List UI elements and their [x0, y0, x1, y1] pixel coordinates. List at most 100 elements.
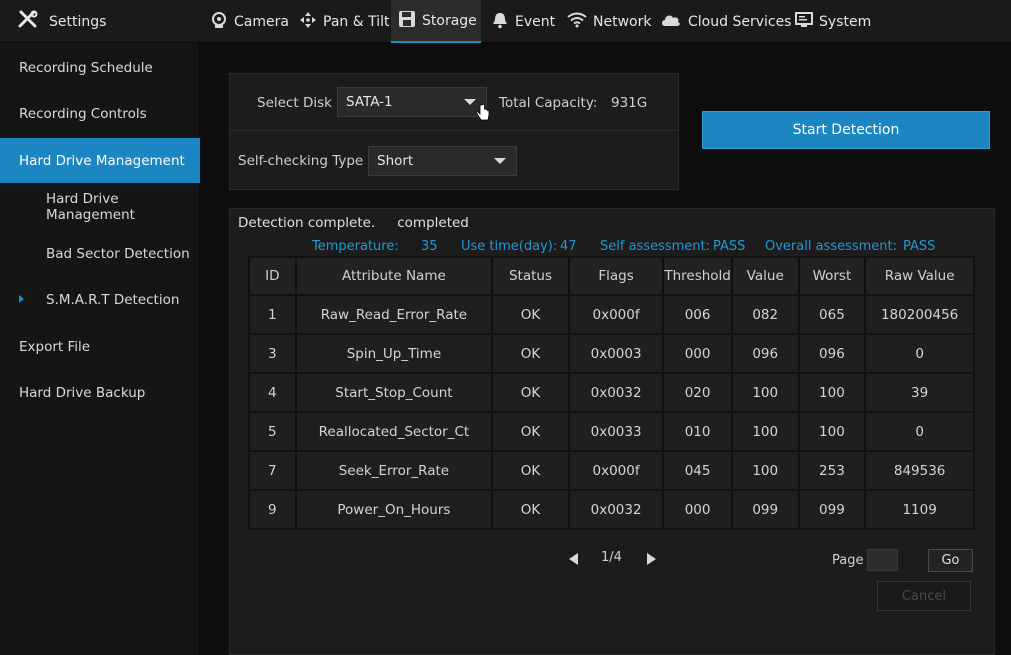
wifi-icon — [567, 12, 587, 32]
sidebar-item-label: S.M.A.R.T Detection — [46, 291, 180, 308]
next-page-icon[interactable] — [647, 553, 656, 565]
tab-network-label: Network — [593, 13, 652, 30]
cell-threshold: 010 — [662, 411, 733, 452]
tab-system[interactable]: System — [795, 0, 871, 43]
cell-threshold: 000 — [662, 333, 733, 374]
cell-raw-value: 39 — [864, 372, 975, 413]
tab-system-label: System — [819, 13, 872, 30]
sidebar-item-recording-controls[interactable]: Recording Controls — [0, 91, 200, 136]
table-row: 4 Start_Stop_Count OK 0x0032 020 100 100… — [248, 372, 975, 413]
cloud-icon — [660, 12, 682, 32]
page-label: Page — [832, 553, 864, 568]
cell-value: 100 — [730, 450, 800, 491]
cell-worst: 096 — [797, 333, 867, 374]
disk-settings-panel: Select Disk SATA-1 Total Capacity: 931G … — [229, 73, 679, 190]
cell-attribute-name: Reallocated_Sector_Ct — [294, 411, 494, 452]
cell-id: 4 — [248, 372, 297, 413]
cell-status: OK — [491, 489, 570, 530]
self-assessment-label: Self assessment: — [600, 239, 711, 254]
table-row: 9 Power_On_Hours OK 0x0032 000 099 099 1… — [248, 489, 975, 530]
caret-right-icon — [19, 295, 24, 303]
table-row: 7 Seek_Error_Rate OK 0x000f 045 100 253 … — [248, 450, 975, 491]
table-row: 1 Raw_Read_Error_Rate OK 0x000f 006 082 … — [248, 294, 975, 335]
detection-status-value: completed — [397, 215, 469, 231]
cell-flags: 0x000f — [567, 294, 665, 335]
cell-worst: 099 — [797, 489, 867, 530]
sidebar-item-recording-schedule[interactable]: Recording Schedule — [0, 45, 200, 90]
sidebar-item-export-file[interactable]: Export File — [0, 324, 200, 369]
cell-threshold: 000 — [662, 489, 733, 530]
sidebar-item-hard-drive-backup[interactable]: Hard Drive Backup — [0, 370, 200, 415]
cell-value: 096 — [730, 333, 800, 374]
cell-raw-value: 0 — [864, 333, 975, 374]
cell-attribute-name: Power_On_Hours — [294, 489, 494, 530]
self-assessment-value: PASS — [713, 239, 746, 254]
cell-id: 5 — [248, 411, 297, 452]
hand-cursor-icon — [476, 103, 490, 126]
self-checking-type-label: Self-checking Type — [238, 153, 364, 169]
cell-value: 100 — [730, 372, 800, 413]
pan-tilt-icon — [299, 11, 317, 33]
self-checking-type-value: Short — [377, 153, 414, 169]
cell-attribute-name: Seek_Error_Rate — [294, 450, 494, 491]
cell-status: OK — [491, 450, 570, 491]
sidebar-item-hard-drive-management[interactable]: Hard Drive Management — [0, 138, 200, 183]
chevron-down-icon — [464, 99, 476, 105]
cell-flags: 0x0033 — [567, 411, 665, 452]
sidebar-item-label: Export File — [19, 338, 91, 355]
select-disk-value: SATA-1 — [346, 94, 393, 110]
tab-network[interactable]: Network — [567, 0, 651, 43]
settings-label: Settings — [49, 13, 107, 30]
cell-flags: 0x0032 — [567, 372, 665, 413]
start-detection-button[interactable]: Start Detection — [702, 111, 990, 149]
table-row: 3 Spin_Up_Time OK 0x0003 000 096 096 0 — [248, 333, 975, 374]
cell-worst: 253 — [797, 450, 867, 491]
tab-event[interactable]: Event — [491, 0, 555, 43]
sidebar-item-label: Hard Drive Backup — [19, 384, 146, 401]
cell-raw-value: 180200456 — [864, 294, 975, 335]
tab-storage-label: Storage — [422, 12, 477, 29]
smart-attributes-table: ID Attribute Name Status Flags Threshold… — [248, 256, 975, 530]
cell-value: 100 — [730, 411, 800, 452]
cell-worst: 065 — [797, 294, 867, 335]
sidebar-subitem-bad-sector-detection[interactable]: Bad Sector Detection — [0, 231, 200, 276]
tab-pan-tilt[interactable]: Pan & Tilt — [299, 0, 389, 43]
tab-pan-tilt-label: Pan & Tilt — [323, 13, 390, 30]
tab-storage[interactable]: Storage — [391, 0, 481, 43]
sidebar: Recording Schedule Recording Controls Ha… — [0, 43, 200, 655]
cell-id: 7 — [248, 450, 297, 491]
cell-worst: 100 — [797, 372, 867, 413]
tab-camera[interactable]: Camera — [210, 0, 289, 43]
column-header-flags: Flags — [567, 256, 665, 296]
select-disk-label: Select Disk — [257, 95, 332, 111]
column-header-value: Value — [730, 256, 800, 296]
go-button[interactable]: Go — [928, 549, 973, 572]
select-disk-dropdown[interactable]: SATA-1 — [337, 87, 487, 117]
divider — [230, 130, 678, 131]
cell-status: OK — [491, 372, 570, 413]
cell-threshold: 020 — [662, 372, 733, 413]
cell-status: OK — [491, 294, 570, 335]
total-capacity-value: 931G — [611, 95, 648, 111]
chevron-down-icon — [494, 158, 506, 164]
cell-status: OK — [491, 333, 570, 374]
sidebar-item-label: Bad Sector Detection — [46, 245, 190, 262]
cell-flags: 0x0032 — [567, 489, 665, 530]
table-row: 5 Reallocated_Sector_Ct OK 0x0033 010 10… — [248, 411, 975, 452]
sidebar-subitem-hard-drive-management[interactable]: Hard Drive Management — [0, 184, 200, 229]
page-number-input[interactable] — [867, 549, 898, 571]
camera-icon — [210, 11, 228, 33]
tab-event-label: Event — [515, 13, 556, 30]
column-header-status: Status — [491, 256, 570, 296]
column-header-id: ID — [248, 256, 297, 296]
sidebar-subitem-smart-detection[interactable]: S.M.A.R.T Detection — [0, 277, 200, 322]
cell-attribute-name: Start_Stop_Count — [294, 372, 494, 413]
cell-id: 9 — [248, 489, 297, 530]
previous-page-icon[interactable] — [569, 553, 578, 565]
tab-cloud-services[interactable]: Cloud Services — [660, 0, 791, 43]
cancel-button[interactable]: Cancel — [877, 581, 971, 611]
column-header-threshold: Threshold — [662, 256, 733, 296]
page-indicator: 1/4 — [601, 550, 622, 565]
self-checking-type-dropdown[interactable]: Short — [368, 146, 517, 176]
sidebar-item-label: Hard Drive Management — [46, 190, 135, 223]
